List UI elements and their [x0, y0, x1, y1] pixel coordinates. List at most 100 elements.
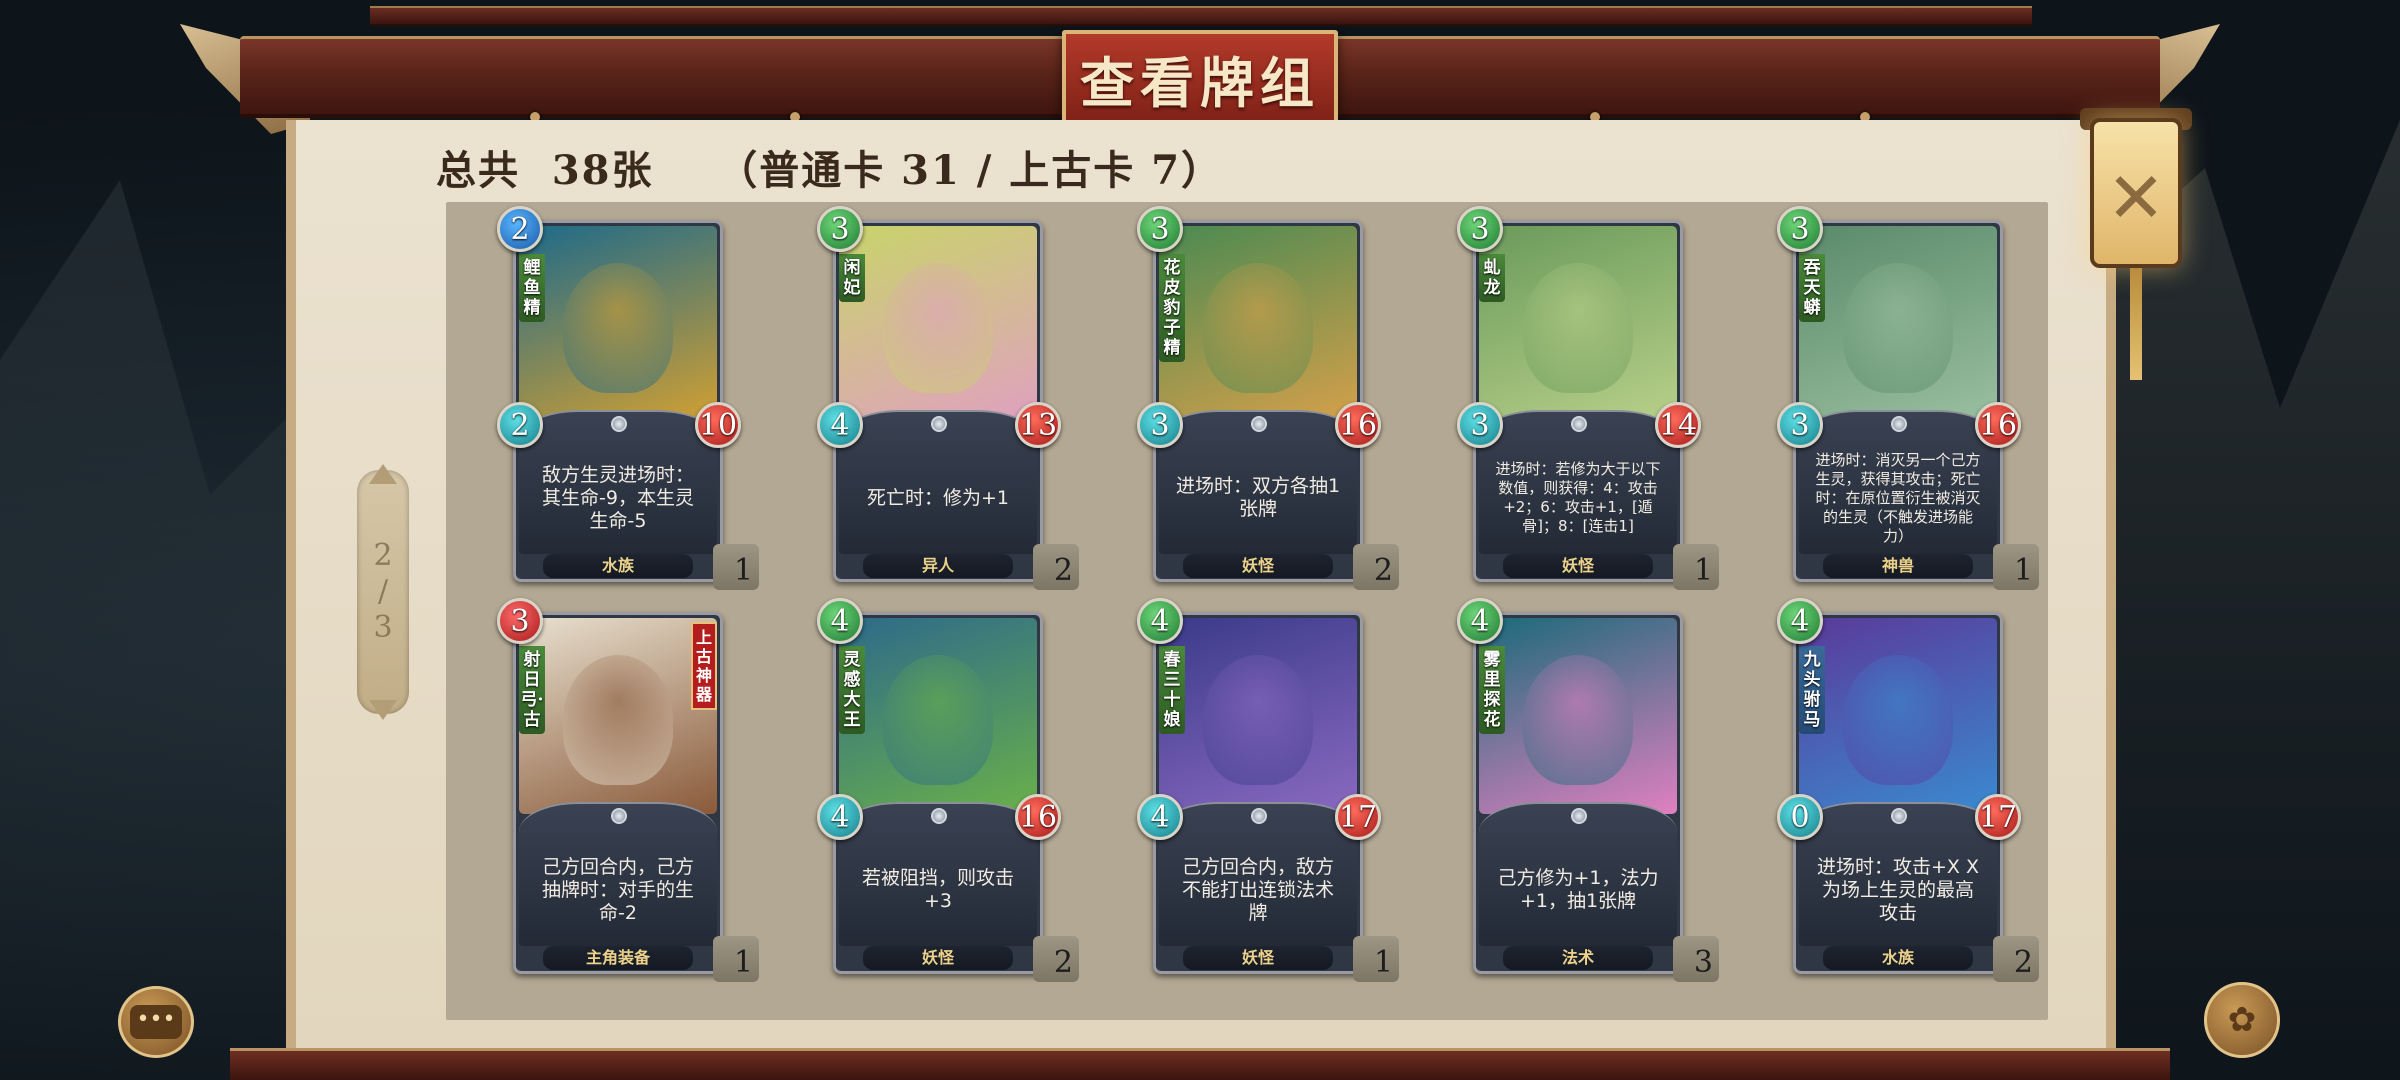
card-cost: 3	[1137, 206, 1183, 252]
card-name: 春三十娘	[1159, 646, 1185, 734]
card-attack: 3	[1777, 402, 1823, 448]
card-health: 13	[1015, 402, 1061, 448]
card-cost: 4	[1457, 598, 1503, 644]
card-type: 神兽	[1823, 554, 1973, 578]
card-description: 己方回合内，敌方不能打出连锁法术牌	[1181, 855, 1334, 924]
card-attack: 4	[817, 794, 863, 840]
card-count: 2	[1993, 936, 2039, 982]
card-cost: 3	[1457, 206, 1503, 252]
card[interactable]: 春三十娘 己方回合内，敌方不能打出连锁法术牌 妖怪 4 4 17 1	[1137, 598, 1399, 982]
card-art	[519, 226, 717, 422]
page-indicator[interactable]: 2 / 3	[357, 464, 409, 720]
card-description: 敌方生灵进场时：其生命-9，本生灵生命-5	[541, 463, 694, 532]
card-name: 闲妃	[839, 254, 865, 302]
card-gem-icon	[931, 808, 947, 824]
page-separator: /	[377, 574, 389, 609]
card-health: 17	[1975, 794, 2021, 840]
card-type: 水族	[543, 554, 693, 578]
card[interactable]: 灵感大王 若被阻挡，则攻击+3 妖怪 4 4 16 2	[817, 598, 1079, 982]
page-title: 查看牌组	[1080, 50, 1320, 115]
card-health: 16	[1335, 402, 1381, 448]
card[interactable]: 九头驸马 进场时：攻击+X X为场上生灵的最高攻击 水族 4 0 17 2	[1777, 598, 2039, 982]
card-cost: 4	[1137, 598, 1183, 644]
chat-icon: •••	[130, 1005, 182, 1039]
card-art	[1799, 226, 1997, 422]
card-gem-icon	[931, 416, 947, 432]
card-art	[1479, 226, 1677, 422]
card-attack: 3	[1137, 402, 1183, 448]
close-icon[interactable]: ✕	[2102, 163, 2170, 233]
card-art	[1159, 618, 1357, 814]
top-thin-beam	[370, 6, 2032, 26]
chat-button[interactable]: •••	[118, 986, 194, 1058]
card-count: 2	[1033, 544, 1079, 590]
card-health: 17	[1335, 794, 1381, 840]
card-attack: 4	[1137, 794, 1183, 840]
relic-badge: 上古神器	[691, 622, 717, 710]
card-attack: 2	[497, 402, 543, 448]
card-description: 若被阻挡，则攻击+3	[861, 867, 1014, 912]
card-name: 灵感大王	[839, 646, 865, 734]
card[interactable]: 雾里探花 己方修为+1，法力+1，抽1张牌 法术 4 3	[1457, 598, 1719, 982]
card-type: 法术	[1503, 946, 1653, 970]
card[interactable]: 鲤鱼精 敌方生灵进场时：其生命-9，本生灵生命-5 水族 2 2 10 1	[497, 206, 759, 590]
card-art	[519, 618, 717, 814]
card-cost: 3	[1777, 206, 1823, 252]
card-type: 妖怪	[1503, 554, 1653, 578]
card-name: 射日弓·古	[519, 646, 545, 734]
card-name: 花皮豹子精	[1159, 254, 1185, 362]
card-gem-icon	[1251, 808, 1267, 824]
card-count: 2	[1353, 544, 1399, 590]
card-count: 1	[1353, 936, 1399, 982]
card-type: 水族	[1823, 946, 1973, 970]
card-description: 进场时：双方各抽1张牌	[1175, 475, 1341, 520]
card-gem-icon	[1571, 808, 1587, 824]
card-count: 1	[1673, 544, 1719, 590]
card-art	[839, 618, 1037, 814]
card-cost: 3	[817, 206, 863, 252]
title-plaque: 查看牌组	[1062, 30, 1338, 126]
card-gem-icon	[1891, 416, 1907, 432]
card-count: 1	[713, 544, 759, 590]
card-gem-icon	[1891, 808, 1907, 824]
card-count: 1	[1993, 544, 2039, 590]
card-health: 16	[1975, 402, 2021, 448]
card-name: 鲤鱼精	[519, 254, 545, 322]
card-description: 进场时：消灭另一个己方生灵，获得其攻击；死亡时：在原位置衍生被消灭的生灵（不触发…	[1815, 450, 1981, 545]
card[interactable]: 射日弓·古 上古神器 己方回合内，己方抽牌时：对手的生命-2 主角装备 3 1	[497, 598, 759, 982]
card-cost: 3	[497, 598, 543, 644]
page-total: 3	[373, 610, 393, 645]
card-gem-icon	[611, 416, 627, 432]
card-cost: 4	[817, 598, 863, 644]
card-name: 九头驸马	[1799, 646, 1825, 734]
lantern-tassel	[2130, 268, 2142, 380]
card-art	[839, 226, 1037, 422]
card-cost: 4	[1777, 598, 1823, 644]
card-description: 死亡时：修为+1	[866, 486, 1009, 509]
card-health: 16	[1015, 794, 1061, 840]
card-art	[1479, 618, 1677, 814]
card-health: 10	[695, 402, 741, 448]
card-name: 吞天蟒	[1799, 254, 1825, 322]
card-attack: 0	[1777, 794, 1823, 840]
card-gem-icon	[611, 808, 627, 824]
card-name: 雾里探花	[1479, 646, 1505, 734]
card[interactable]: 虬龙 进场时：若修为大于以下数值，则获得：4：攻击+2；6：攻击+1，[遁骨]；…	[1457, 206, 1719, 590]
deck-summary: 总共 38张 （普通卡 31 / 上古卡 7）	[436, 147, 1224, 194]
card-description: 己方修为+1，法力+1，抽1张牌	[1497, 867, 1659, 912]
card-health: 14	[1655, 402, 1701, 448]
card-gem-icon	[1571, 416, 1587, 432]
card-type: 妖怪	[1183, 554, 1333, 578]
card-cost: 2	[497, 206, 543, 252]
card-type: 主角装备	[543, 946, 693, 970]
bottom-beam	[230, 1048, 2170, 1080]
menu-button[interactable]: ✿	[2204, 982, 2280, 1058]
card[interactable]: 花皮豹子精 进场时：双方各抽1张牌 妖怪 3 3 16 2	[1137, 206, 1399, 590]
card-type: 妖怪	[863, 946, 1013, 970]
card[interactable]: 吞天蟒 进场时：消灭另一个己方生灵，获得其攻击；死亡时：在原位置衍生被消灭的生灵…	[1777, 206, 2039, 590]
card-count: 2	[1033, 936, 1079, 982]
card-description: 进场时：攻击+X X为场上生灵的最高攻击	[1817, 855, 1979, 924]
card-count: 3	[1673, 936, 1719, 982]
card[interactable]: 闲妃 死亡时：修为+1 异人 3 4 13 2	[817, 206, 1079, 590]
card-attack: 3	[1457, 402, 1503, 448]
